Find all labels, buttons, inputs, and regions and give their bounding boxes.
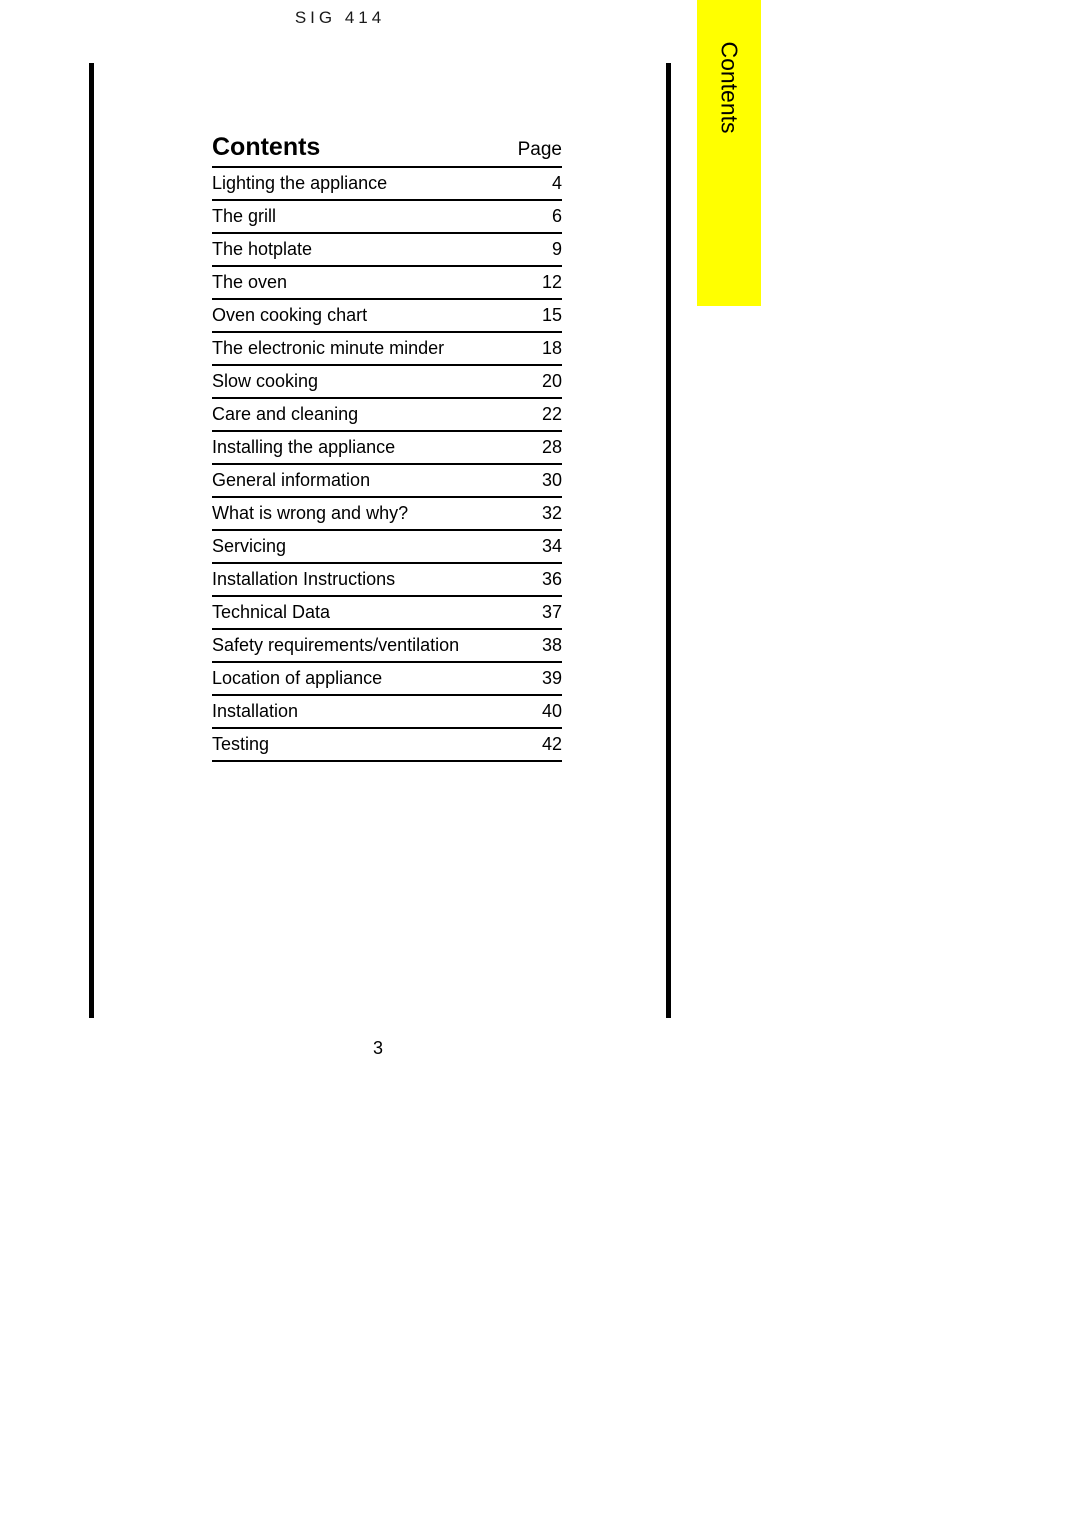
toc-entry-page: 4 bbox=[535, 166, 562, 200]
toc-entry-page: 36 bbox=[535, 562, 562, 596]
table-row[interactable]: Technical Data 37 bbox=[212, 595, 562, 629]
table-row[interactable]: Installing the appliance 28 bbox=[212, 430, 562, 464]
toc-entry-page: 22 bbox=[535, 397, 562, 431]
toc-entry-page: 20 bbox=[535, 364, 562, 398]
table-row[interactable]: The grill 6 bbox=[212, 199, 562, 233]
toc-entry-title: Lighting the appliance bbox=[212, 166, 536, 200]
table-row[interactable]: General information 30 bbox=[212, 463, 562, 497]
table-row[interactable]: The electronic minute minder 18 bbox=[212, 331, 562, 365]
document-model-header: SIG 414 bbox=[294, 8, 386, 27]
toc-page-column-header: Page bbox=[517, 139, 562, 160]
table-row[interactable]: Slow cooking 20 bbox=[212, 364, 562, 398]
table-row[interactable]: Safety requirements/ventilation 38 bbox=[212, 628, 562, 662]
toc-entry-title: Safety requirements/ventilation bbox=[212, 628, 536, 662]
toc-entry-page: 38 bbox=[535, 628, 562, 662]
page-rule-right bbox=[666, 63, 671, 1018]
toc-entry-title: Testing bbox=[212, 727, 536, 762]
toc-entry-page: 15 bbox=[535, 298, 562, 332]
toc-entry-page: 34 bbox=[535, 529, 562, 563]
table-row[interactable]: Lighting the appliance 4 bbox=[212, 166, 562, 200]
toc-entry-title: Care and cleaning bbox=[212, 397, 536, 431]
section-tab-contents: Contents bbox=[697, 0, 761, 306]
table-row[interactable]: Location of appliance 39 bbox=[212, 661, 562, 695]
toc-header-row: Contents Page bbox=[212, 133, 562, 166]
toc-entry-page: 28 bbox=[535, 430, 562, 464]
table-row[interactable]: Care and cleaning 22 bbox=[212, 397, 562, 431]
table-row[interactable]: Installation 40 bbox=[212, 694, 562, 728]
toc-entry-page: 42 bbox=[535, 727, 562, 762]
table-row[interactable]: The hotplate 9 bbox=[212, 232, 562, 266]
toc-entry-title: General information bbox=[212, 463, 536, 497]
toc-entry-page: 39 bbox=[535, 661, 562, 695]
toc-table-body: Lighting the appliance 4 The grill 6 The… bbox=[212, 166, 562, 762]
toc-entry-title: Servicing bbox=[212, 529, 536, 563]
table-of-contents: Contents Page Lighting the appliance 4 T… bbox=[212, 133, 562, 762]
toc-entry-title: Installing the appliance bbox=[212, 430, 536, 464]
toc-entry-page: 6 bbox=[535, 199, 562, 233]
toc-entry-title: What is wrong and why? bbox=[212, 496, 536, 530]
toc-entry-title: Installation bbox=[212, 694, 536, 728]
toc-entry-page: 18 bbox=[535, 331, 562, 365]
toc-entry-title: Technical Data bbox=[212, 595, 536, 629]
toc-entry-title: Installation Instructions bbox=[212, 562, 536, 596]
toc-entry-page: 40 bbox=[535, 694, 562, 728]
table-row[interactable]: Oven cooking chart 15 bbox=[212, 298, 562, 332]
toc-entry-title: Slow cooking bbox=[212, 364, 536, 398]
table-row[interactable]: What is wrong and why? 32 bbox=[212, 496, 562, 530]
table-row[interactable]: The oven 12 bbox=[212, 265, 562, 299]
toc-entry-title: The oven bbox=[212, 265, 536, 299]
toc-entry-title: The electronic minute minder bbox=[212, 331, 536, 365]
toc-entry-title: Oven cooking chart bbox=[212, 298, 536, 332]
toc-entry-title: Location of appliance bbox=[212, 661, 536, 695]
table-row[interactable]: Servicing 34 bbox=[212, 529, 562, 563]
toc-table: Lighting the appliance 4 The grill 6 The… bbox=[212, 166, 562, 762]
toc-entry-page: 30 bbox=[535, 463, 562, 497]
table-row[interactable]: Testing 42 bbox=[212, 727, 562, 762]
toc-entry-title: The grill bbox=[212, 199, 536, 233]
toc-entry-page: 32 bbox=[535, 496, 562, 530]
toc-entry-page: 37 bbox=[535, 595, 562, 629]
section-tab-label: Contents bbox=[716, 41, 743, 134]
page-rule-left bbox=[89, 63, 94, 1018]
toc-entry-page: 9 bbox=[535, 232, 562, 266]
toc-entry-title: The hotplate bbox=[212, 232, 536, 266]
page-number-folio: 3 bbox=[372, 1038, 383, 1058]
page-title: Contents bbox=[212, 133, 321, 161]
toc-entry-page: 12 bbox=[535, 265, 562, 299]
table-row[interactable]: Installation Instructions 36 bbox=[212, 562, 562, 596]
